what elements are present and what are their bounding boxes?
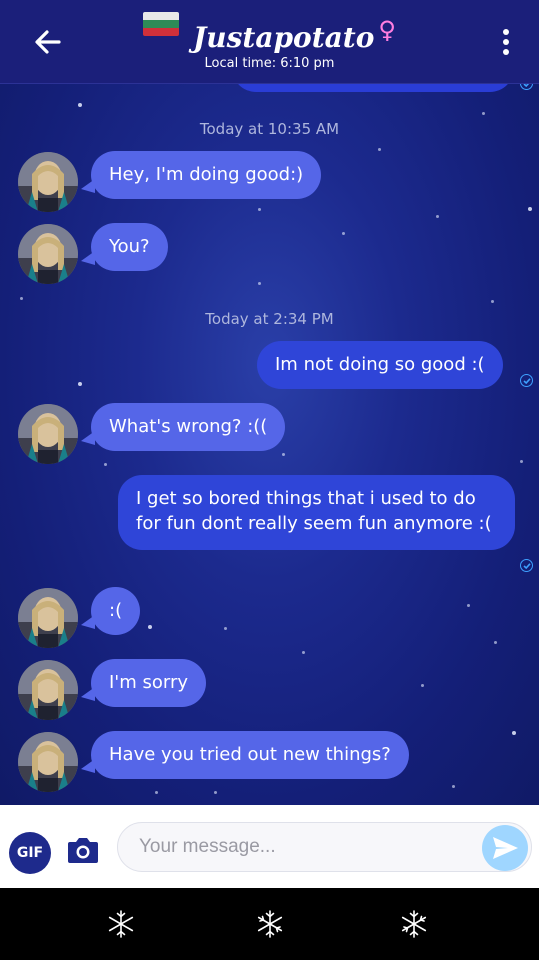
star — [302, 651, 305, 654]
local-time: Local time: 6:10 pm — [204, 56, 335, 71]
star — [452, 785, 455, 788]
bubble-tail — [81, 615, 95, 629]
nav-button-right[interactable] — [398, 908, 430, 940]
star — [421, 684, 424, 687]
incoming-message-bubble[interactable]: :( — [81, 587, 141, 635]
snowflake-icon — [108, 910, 134, 938]
bubble-tail — [81, 687, 95, 701]
bubble-tail — [81, 759, 95, 773]
snowflake-icon — [257, 910, 283, 938]
star — [494, 641, 497, 644]
timestamp: Today at 10:35 AM — [199, 120, 340, 138]
contact-avatar[interactable] — [18, 660, 78, 720]
send-icon — [493, 837, 518, 859]
chat-header: Justapotato ♀ Local time: 6:10 pm — [0, 0, 539, 84]
star — [104, 463, 107, 466]
more-options-button[interactable] — [494, 22, 518, 62]
message-text: Im not doing so good :( — [275, 354, 485, 375]
star — [258, 208, 261, 211]
star — [436, 215, 439, 218]
nav-button-center[interactable] — [254, 908, 286, 940]
contact-name[interactable]: Justapotato — [193, 21, 374, 54]
message-input[interactable] — [117, 822, 532, 872]
star — [78, 103, 82, 107]
timestamp: Today at 2:34 PM — [205, 310, 334, 328]
incoming-message-bubble[interactable]: Hey, I'm doing good:) — [81, 151, 322, 199]
gif-button[interactable]: GIF — [9, 832, 51, 874]
message-text: What's wrong? :(( — [109, 416, 268, 437]
star — [482, 112, 485, 115]
incoming-message-bubble[interactable]: You? — [81, 223, 168, 271]
star — [467, 604, 470, 607]
message-composer: GIF — [0, 805, 539, 888]
camera-icon — [68, 838, 98, 863]
contact-avatar[interactable] — [18, 152, 78, 212]
star — [528, 207, 532, 211]
hungary-flag-icon — [143, 12, 180, 36]
snowflake-icon — [401, 910, 427, 938]
star — [342, 232, 345, 235]
star — [214, 791, 217, 794]
message-text: You? — [109, 236, 150, 257]
message-text: Have you tried out new things? — [109, 744, 391, 765]
star — [512, 731, 516, 735]
message-text: Hey, I'm doing good:) — [109, 164, 304, 185]
nav-button-left[interactable] — [105, 908, 137, 940]
star — [20, 297, 23, 300]
camera-button[interactable] — [66, 835, 100, 865]
incoming-message-bubble[interactable]: I'm sorry — [81, 659, 207, 707]
incoming-message-bubble[interactable]: What's wrong? :(( — [81, 403, 286, 451]
bubble-tail — [81, 179, 95, 193]
bubble-tail — [81, 431, 95, 445]
star — [78, 382, 82, 386]
system-nav-bar — [0, 888, 539, 960]
contact-avatar[interactable] — [18, 732, 78, 792]
read-receipt-icon — [520, 559, 533, 572]
star — [224, 627, 227, 630]
star — [155, 791, 158, 794]
message-text: :( — [109, 600, 123, 621]
incoming-message-bubble[interactable]: Have you tried out new things? — [81, 731, 409, 779]
message-text: I get so bored things that i used to do … — [136, 488, 492, 534]
contact-avatar[interactable] — [18, 224, 78, 284]
star — [258, 282, 261, 285]
title-row: Justapotato ♀ — [0, 12, 539, 54]
star — [378, 148, 381, 151]
outgoing-message-bubble[interactable]: I get so bored things that i used to do … — [118, 475, 515, 550]
send-button[interactable] — [482, 825, 528, 871]
star — [282, 453, 285, 456]
chat-area[interactable]: Today at 10:35 AM Hey, I'm doing good:) … — [0, 0, 539, 805]
vertical-dots-icon — [503, 29, 509, 55]
contact-avatar[interactable] — [18, 404, 78, 464]
female-symbol-icon: ♀ — [378, 16, 396, 44]
message-text: I'm sorry — [109, 672, 189, 693]
bubble-tail — [81, 251, 95, 265]
star — [491, 300, 494, 303]
contact-avatar[interactable] — [18, 588, 78, 648]
star — [148, 625, 152, 629]
star — [520, 460, 523, 463]
outgoing-message-bubble[interactable]: Im not doing so good :( — [257, 341, 503, 389]
read-receipt-icon — [520, 374, 533, 387]
